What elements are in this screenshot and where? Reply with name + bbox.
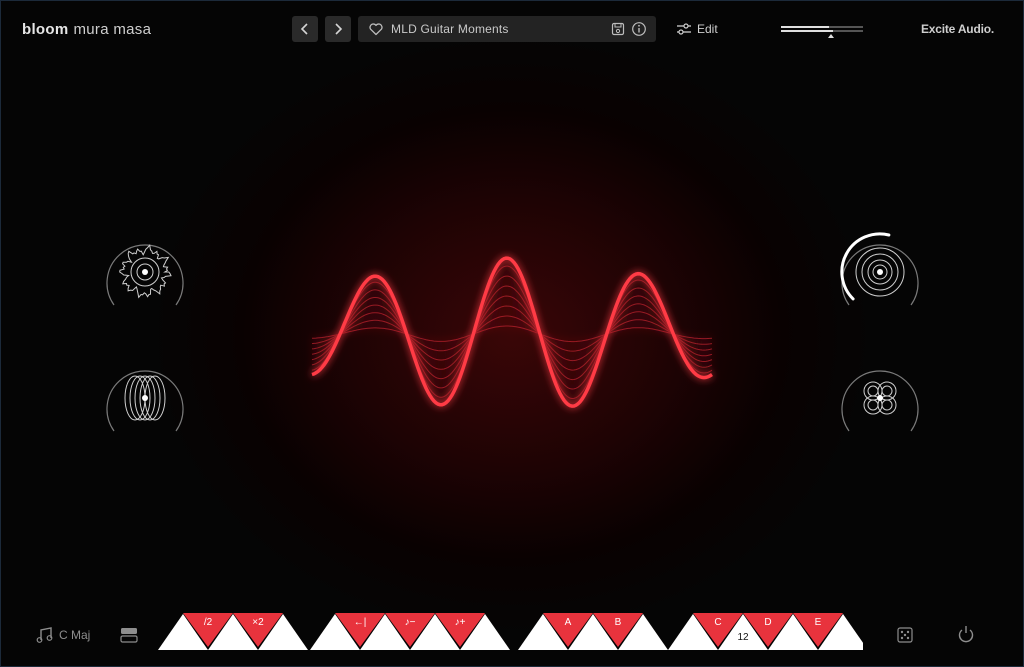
note-plus-button-label: ♪+	[454, 617, 466, 628]
edit-label: Edit	[697, 22, 718, 36]
waveform-display	[311, 256, 713, 408]
brand-primary: bloom	[22, 21, 69, 38]
next-preset-button[interactable]	[325, 16, 351, 42]
brand-logo: bloom mura masa	[22, 21, 151, 38]
layers-icon[interactable]	[120, 627, 138, 643]
heart-icon[interactable]	[368, 21, 384, 37]
slot-c-button-label: C	[714, 617, 722, 628]
waveform-primary-line	[311, 256, 713, 408]
half-button-label: /2	[203, 617, 213, 628]
preset-browser[interactable]: MLD Guitar Moments	[358, 16, 656, 42]
info-icon[interactable]	[631, 21, 647, 37]
slot-d-button-label: D	[764, 617, 772, 628]
slot-a-button-label: A	[564, 617, 572, 628]
clover-knob[interactable]	[835, 358, 925, 438]
preset-name: MLD Guitar Moments	[391, 22, 509, 36]
waveform-trace-line	[311, 325, 713, 343]
brand-secondary: mura masa	[73, 21, 152, 38]
previous-preset-button[interactable]	[292, 16, 318, 42]
note-minus-button-label: ♪−	[404, 617, 416, 628]
rings-knob[interactable]	[835, 232, 925, 312]
slot-e-button-label: E	[814, 617, 822, 628]
dice-icon[interactable]	[897, 627, 913, 643]
orbit-knob[interactable]	[100, 358, 190, 438]
music-note-icon	[36, 627, 53, 643]
waveform-trace-line	[311, 315, 713, 352]
app-window: bloom mura masa MLD Guitar Moments Edit …	[0, 0, 1024, 667]
edit-button[interactable]: Edit	[676, 21, 718, 37]
chevron-left-icon	[300, 23, 308, 35]
waveform-trace-line	[311, 285, 713, 381]
chevron-right-icon	[335, 23, 343, 35]
back-button-label: ←|	[353, 617, 367, 628]
slot-b-button-label: B	[614, 617, 622, 628]
double-button-label: ×2	[252, 617, 264, 628]
waveform-trace-line	[311, 305, 713, 362]
waveform-trace-line	[311, 275, 713, 390]
save-icon[interactable]	[611, 22, 625, 36]
sliders-icon	[677, 23, 691, 35]
noise-knob[interactable]	[100, 232, 190, 312]
fuzzy-circle-icon	[119, 244, 172, 299]
excite-audio-logo: Excite Audio.	[921, 22, 994, 36]
step-count-label: 12	[737, 632, 749, 643]
volume-meter[interactable]	[781, 24, 863, 38]
key-selector[interactable]: C Maj	[36, 626, 90, 647]
power-icon[interactable]	[956, 624, 976, 644]
key-label: C Maj	[59, 628, 91, 642]
